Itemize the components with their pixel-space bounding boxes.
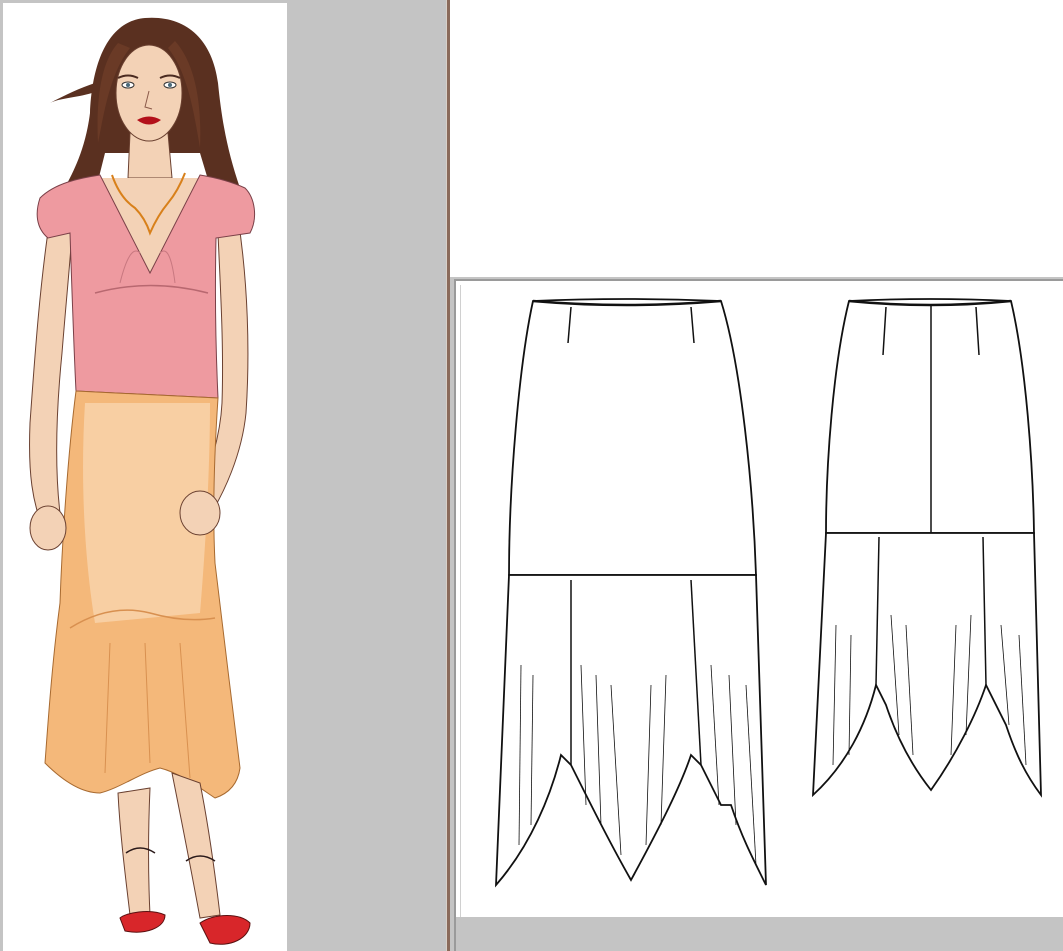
right-hand (179, 490, 221, 536)
hair-strand (50, 83, 95, 103)
skirt-front-flat-icon (494, 298, 767, 888)
fashion-model-illustration (29, 17, 256, 945)
right-shoe (199, 915, 251, 945)
panel-bottom-strip (456, 917, 1063, 951)
left-hand (29, 505, 67, 551)
left-leg (117, 787, 151, 916)
flat-sketch-panel (454, 279, 1063, 951)
flat-sketch-drawing (494, 298, 1042, 888)
left-shoe (119, 911, 166, 933)
flat-sketch-area (460, 285, 1061, 917)
skirt-back-flat-icon (811, 298, 1042, 798)
left-arm (29, 217, 73, 534)
illustration-panel (0, 0, 287, 951)
blank-canvas-panel (450, 0, 1063, 277)
